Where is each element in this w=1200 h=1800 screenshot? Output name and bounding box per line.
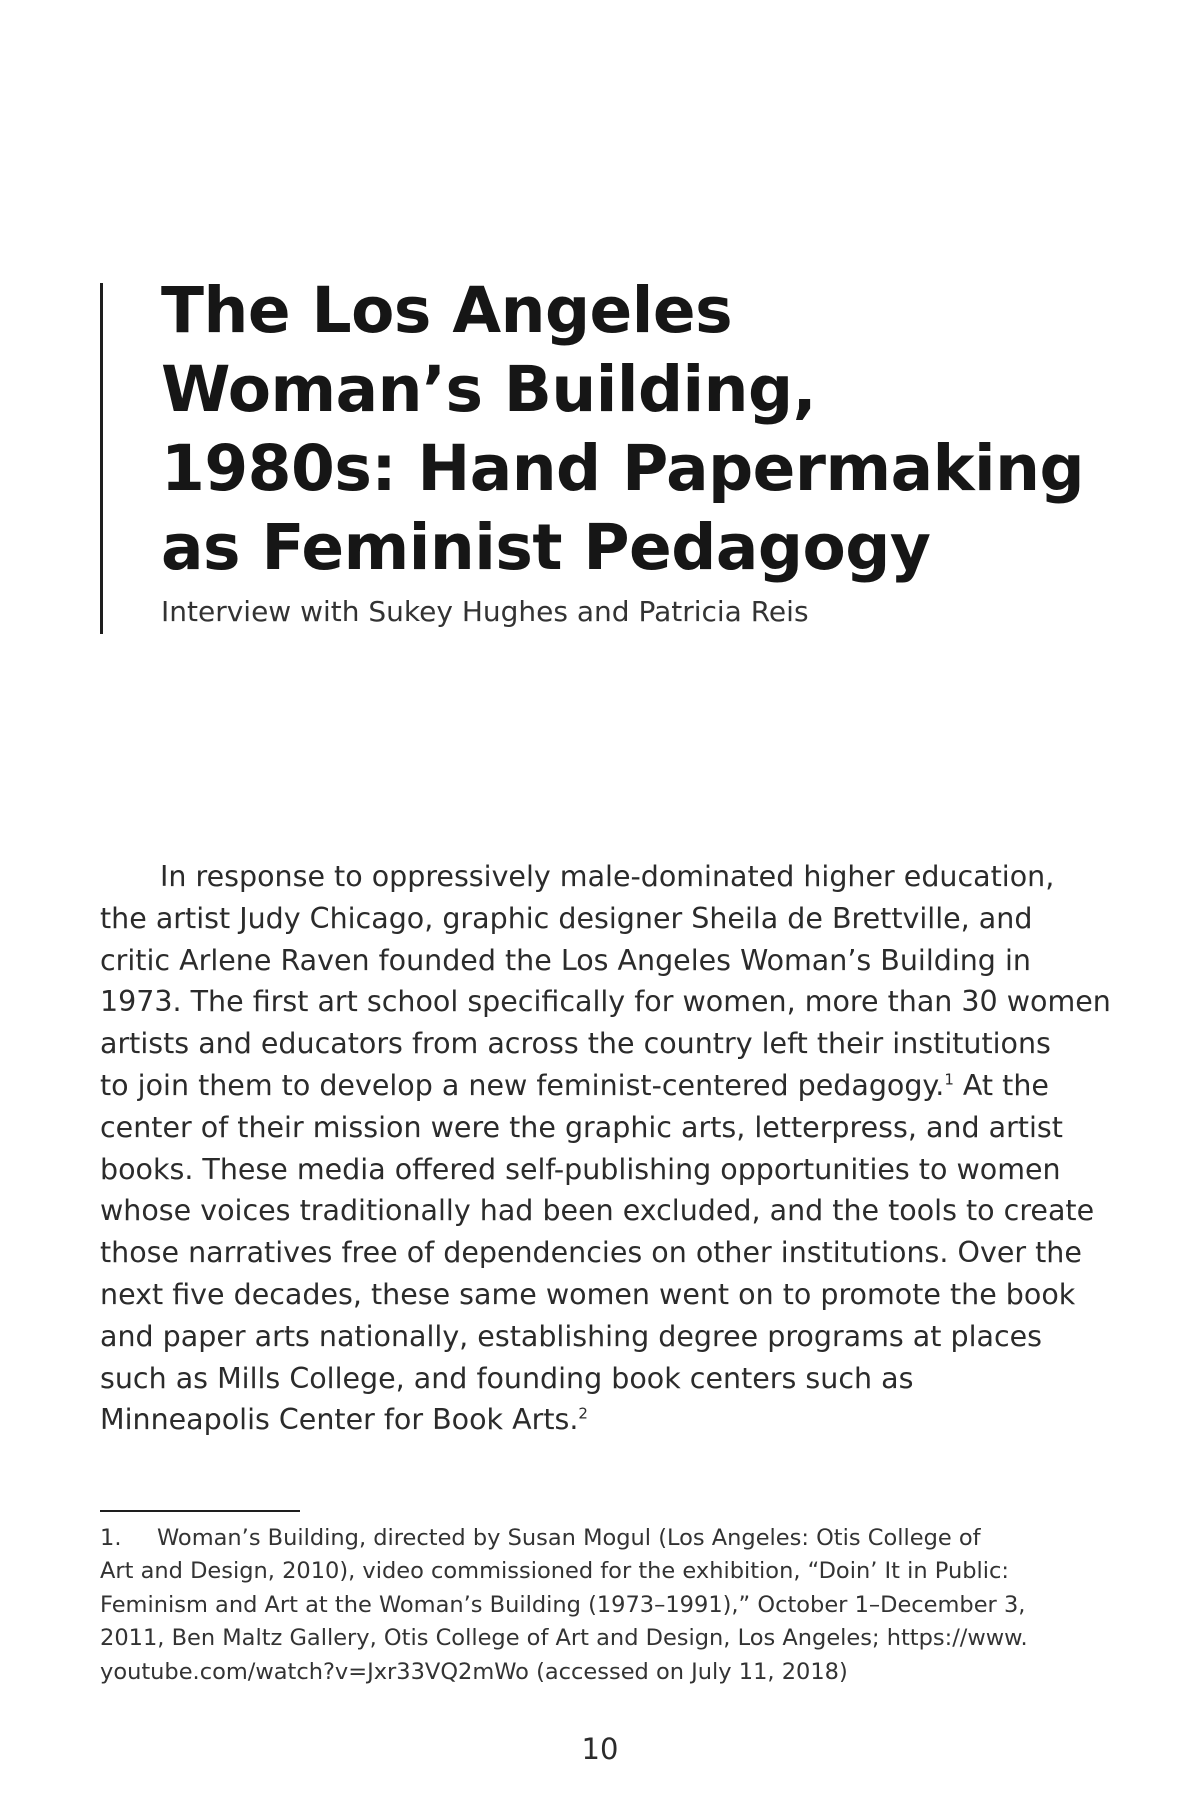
footnote-ref-2[interactable]: 2 <box>578 1405 588 1423</box>
footnote-divider <box>100 1510 300 1512</box>
body-line-7: center of their mission were the graphic… <box>100 1110 1063 1144</box>
body-line-10: those narratives free of dependencies on… <box>100 1236 1082 1270</box>
body-line-11: next five decades, these same women went… <box>100 1277 1076 1311</box>
title-line-4: as Feminist Pedagogy <box>161 511 931 584</box>
body-line-8: books. These media offered self-publishi… <box>100 1152 1061 1186</box>
page-number: 10 <box>581 1732 619 1766</box>
body-line-6-text: to join them to develop a new feminist-c… <box>100 1068 945 1102</box>
body-line-3: critic Arlene Raven founded the Los Ange… <box>100 943 1031 977</box>
body-line-6: to join them to develop a new feminist-c… <box>100 1065 1060 1107</box>
body-line-4: 1973. The first art school specifically … <box>100 985 1111 1019</box>
title-line-2: Woman’s Building, <box>161 353 817 426</box>
title-line-3: 1980s: Hand Papermaking <box>161 432 1085 505</box>
body-line-2: the artist Judy Chicago, graphic designe… <box>100 901 1033 935</box>
body-line-12: and paper arts nationally, establishing … <box>100 1319 1043 1353</box>
footnote-number: 1. <box>100 1525 122 1551</box>
footnote-line-4: 2011, Ben Maltz Gallery, Otis College of… <box>100 1625 1028 1652</box>
footnotes: 1. Woman’s Building, directed by Susan Mo… <box>100 1522 1060 1689</box>
body-line-14: Minneapolis Center for Book Arts.2 <box>100 1399 1060 1441</box>
title-block: The Los Angeles Woman’s Building, 1980s:… <box>100 274 1101 634</box>
footnote-line-1: 1. Woman’s Building, directed by Susan Mo… <box>100 1522 1060 1555</box>
footnote-line-3: Feminism and Art at the Woman’s Building… <box>100 1591 1026 1618</box>
body-paragraph: In response to oppressively male-dominat… <box>100 856 1111 1441</box>
document-page: The Los Angeles Woman’s Building, 1980s:… <box>0 0 1200 1800</box>
body-line-9: whose voices traditionally had been excl… <box>100 1194 1095 1228</box>
body-line-13: such as Mills College, and founding book… <box>100 1361 914 1395</box>
body-line-14-text: Minneapolis Center for Book Arts. <box>100 1403 579 1437</box>
subtitle: Interview with Sukey Hughes and Patricia… <box>161 595 809 628</box>
body-line-5: artists and educators from across the co… <box>100 1027 1051 1061</box>
footnote-ref-1[interactable]: 1 <box>944 1070 954 1088</box>
footnote-line-2: Art and Design, 2010), video commissione… <box>100 1558 1009 1585</box>
title-line-1: The Los Angeles <box>161 274 733 347</box>
body-line-1: In response to oppressively male-dominat… <box>160 860 1055 893</box>
footnote-line-1-text: Woman’s Building, directed by Susan Mogu… <box>157 1525 981 1551</box>
footnote-line-5: youtube.com/watch?v=Jxr33VQ2mWo (accesse… <box>100 1658 848 1685</box>
body-line-6-tail: At the <box>953 1068 1049 1102</box>
